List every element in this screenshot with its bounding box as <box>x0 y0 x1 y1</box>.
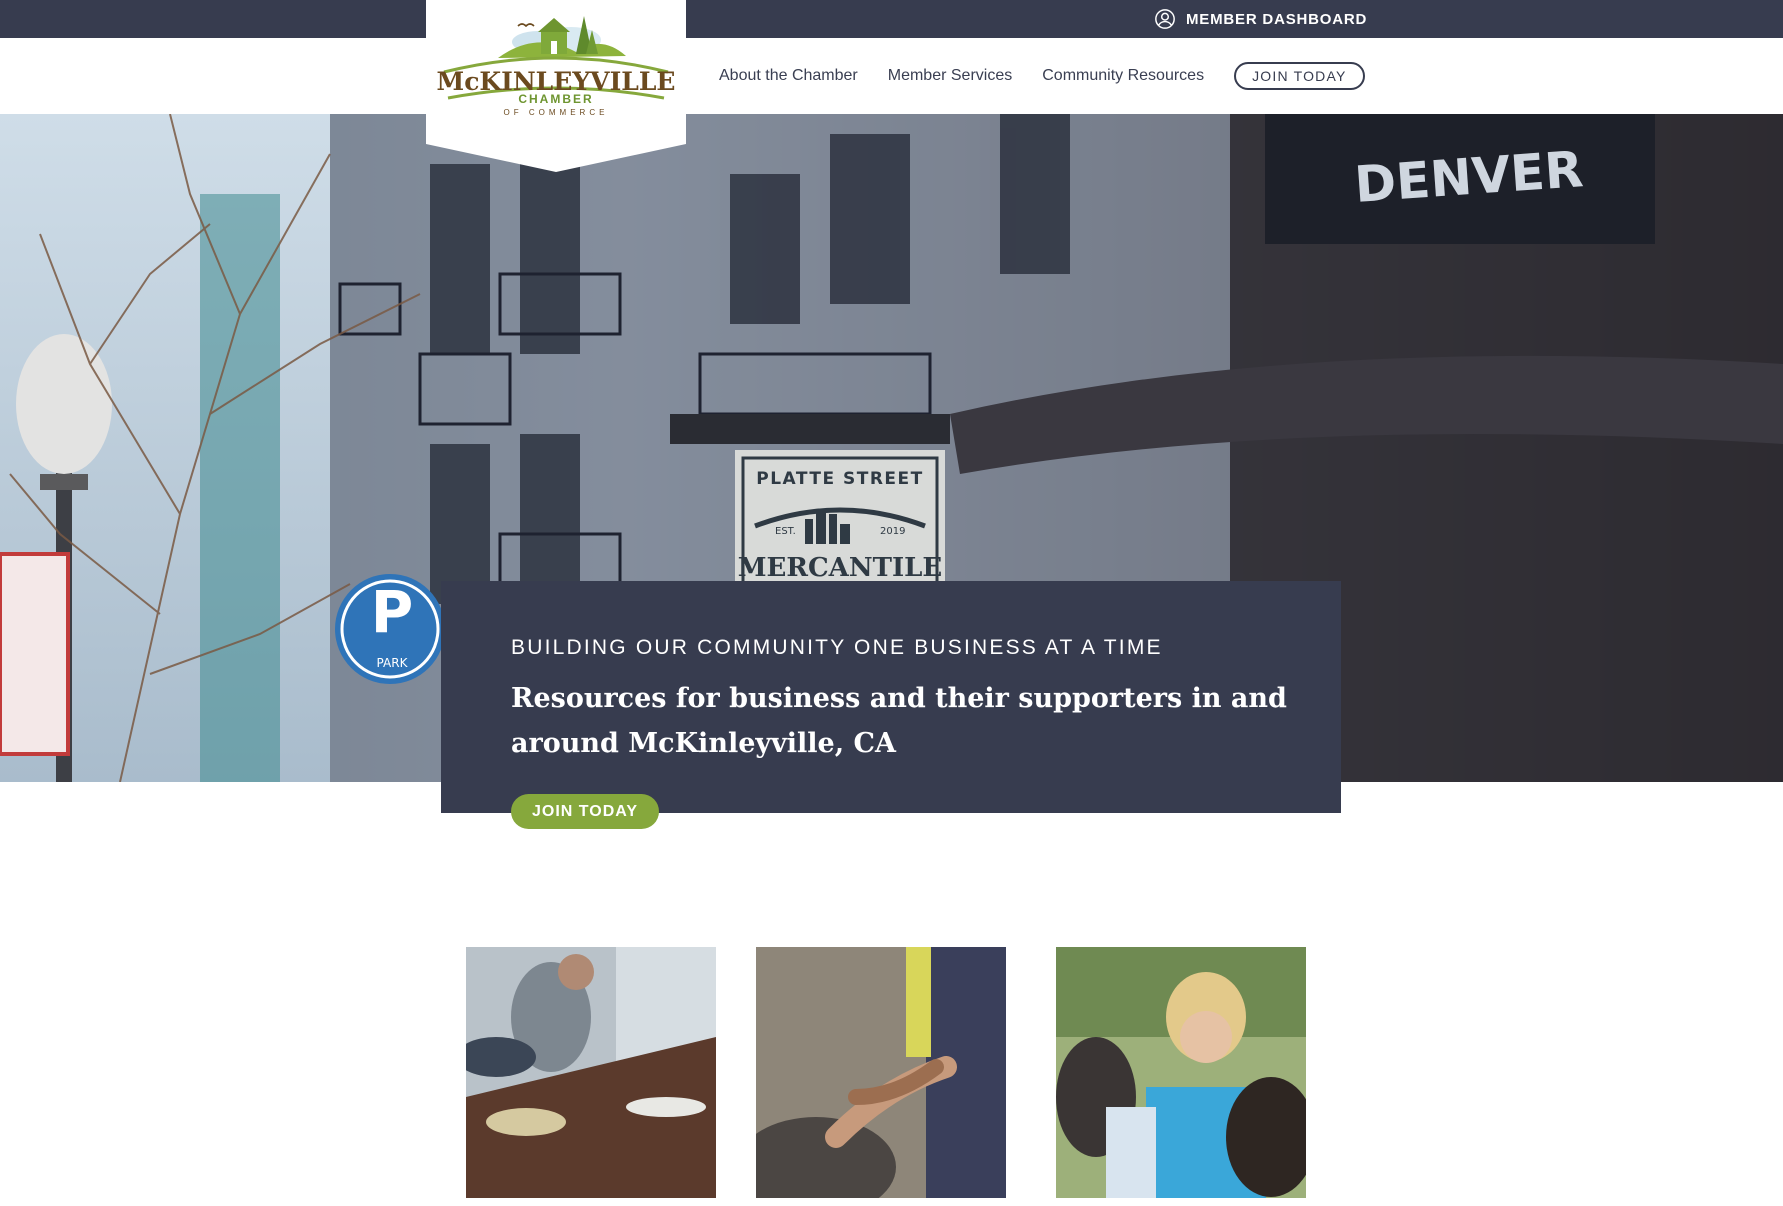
thumbnail-meeting-photo[interactable] <box>466 947 716 1198</box>
hero-parking-text: PARK <box>377 656 409 670</box>
nav-member-services[interactable]: Member Services <box>888 67 1012 85</box>
hero-text-panel: BUILDING OUR COMMUNITY ONE BUSINESS AT A… <box>441 581 1341 813</box>
join-today-hero-button[interactable]: JOIN TODAY <box>511 794 659 829</box>
nav-about-the-chamber[interactable]: About the Chamber <box>719 67 858 85</box>
main-nav: About the Chamber Member Services Commun… <box>719 38 1365 114</box>
hero-sign-year: 2019 <box>880 526 905 537</box>
logo-chamber-text: CHAMBER <box>518 92 593 106</box>
main-navigation-bar: About the Chamber Member Services Commun… <box>0 38 1783 114</box>
member-dashboard-label: MEMBER DASHBOARD <box>1186 10 1368 28</box>
logo[interactable]: McKINLEYVILLE CHAMBER OF COMMERCE <box>426 0 686 172</box>
join-today-nav-button[interactable]: JOIN TODAY <box>1234 62 1365 90</box>
logo-commerce-text: OF COMMERCE <box>504 108 609 117</box>
hero-sign-line1: PLATTE STREET <box>756 469 924 489</box>
hero-sign-est: EST. <box>775 526 796 537</box>
thumbnail-community-photo[interactable] <box>1056 947 1306 1198</box>
thumbnail-handshake-photo[interactable] <box>756 947 1006 1198</box>
feature-thumbnails <box>466 947 1306 1198</box>
user-circle-icon <box>1155 9 1175 29</box>
top-utility-bar: MEMBER DASHBOARD <box>0 0 1783 38</box>
nav-community-resources[interactable]: Community Resources <box>1042 67 1204 85</box>
member-dashboard-link[interactable]: MEMBER DASHBOARD <box>1154 6 1367 32</box>
hero-kicker: BUILDING OUR COMMUNITY ONE BUSINESS AT A… <box>511 636 1163 659</box>
hero-parking-letter: P <box>371 578 414 646</box>
hero-headline: Resources for business and their support… <box>511 683 1287 759</box>
hero-sign-line2: MERCANTILE <box>738 553 942 583</box>
